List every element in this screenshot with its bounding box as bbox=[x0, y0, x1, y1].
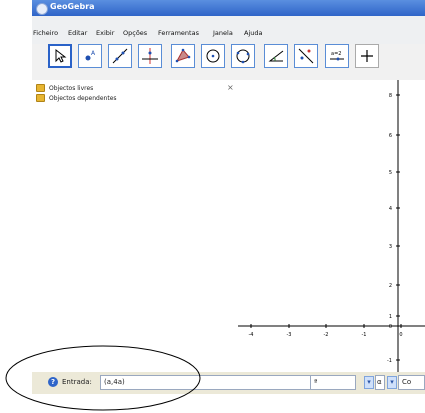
y-tick-label: 2 bbox=[389, 283, 392, 289]
perpendicular-line-tool-icon bbox=[142, 48, 158, 64]
menu-exibir[interactable]: Exibir bbox=[96, 29, 114, 37]
tree-item-dependent-objects[interactable]: Objectos dependentes bbox=[36, 93, 117, 103]
reflect-tool-button[interactable] bbox=[294, 44, 318, 68]
circle-tool-icon bbox=[206, 49, 220, 63]
move-view-tool-button[interactable] bbox=[355, 44, 379, 68]
slider-tool-label: a=2 bbox=[331, 51, 341, 57]
greek-combo-arrow-icon[interactable]: ▾ bbox=[387, 376, 397, 389]
coordinate-axes: 8 6 5 4 3 2 1 0 -1 -4 -3 -2 -1 0 bbox=[238, 80, 425, 372]
menu-editar[interactable]: Editar bbox=[68, 29, 87, 37]
move-tool-icon bbox=[55, 48, 67, 63]
line-tool-icon bbox=[112, 48, 128, 64]
y-tick-label: 4 bbox=[389, 206, 392, 212]
y-tick-label: 1 bbox=[389, 314, 392, 320]
x-tick-label: -4 bbox=[249, 332, 254, 338]
circle-tool-button[interactable] bbox=[201, 44, 225, 68]
slider-tool-icon: a=2 bbox=[330, 51, 344, 61]
toolbar: A a=2 bbox=[32, 44, 425, 80]
y-tick-label: 3 bbox=[389, 244, 392, 250]
move-view-tool-icon bbox=[361, 50, 373, 62]
close-algebra-icon[interactable]: × bbox=[227, 83, 234, 92]
folder-icon bbox=[36, 84, 45, 92]
window-title: GeoGebra bbox=[50, 2, 95, 11]
perpendicular-line-tool-button[interactable] bbox=[138, 44, 162, 68]
menu-bar: Ficheiro Editar Exibir Opções Ferramenta… bbox=[32, 16, 425, 44]
input-bar: ? Entrada: (a,4a) ª ▾ α ▾ Co bbox=[32, 372, 425, 394]
polygon-tool-icon bbox=[175, 48, 191, 63]
symbol-combo-arrow-icon[interactable]: ▾ bbox=[364, 376, 374, 389]
menu-ferramentas[interactable]: Ferramentas bbox=[158, 29, 199, 37]
polygon-tool-button[interactable] bbox=[171, 44, 195, 68]
greek-combo[interactable]: α bbox=[375, 375, 385, 390]
x-tick-label: -1 bbox=[362, 332, 367, 338]
tree-item-label: Objectos livres bbox=[49, 84, 94, 92]
reflect-tool-icon bbox=[298, 48, 314, 64]
y-tick-label: 0 bbox=[389, 324, 392, 330]
help-icon[interactable]: ? bbox=[48, 377, 58, 387]
tree-item-free-objects[interactable]: Objectos livres bbox=[36, 83, 93, 93]
title-bar: GeoGebra bbox=[32, 0, 425, 16]
y-tick-label: -1 bbox=[387, 358, 392, 364]
folder-icon bbox=[36, 94, 45, 102]
menu-janela[interactable]: Janela bbox=[213, 29, 233, 37]
x-tick-label: -2 bbox=[324, 332, 329, 338]
tree-item-label: Objectos dependentes bbox=[49, 94, 117, 102]
menu-ajuda[interactable]: Ajuda bbox=[244, 29, 262, 37]
input-label: Entrada: bbox=[62, 378, 92, 386]
point-tool-icon: A bbox=[85, 50, 96, 61]
graphics-view[interactable]: 8 6 5 4 3 2 1 0 -1 -4 -3 -2 -1 0 bbox=[238, 80, 425, 372]
x-tick-label: -3 bbox=[287, 332, 292, 338]
menu-opcoes[interactable]: Opções bbox=[123, 29, 147, 37]
symbol-combo[interactable]: ª bbox=[310, 375, 356, 390]
geogebra-app-icon bbox=[36, 3, 48, 15]
y-tick-label: 8 bbox=[389, 93, 392, 99]
command-combo[interactable]: Co bbox=[398, 375, 425, 390]
svg-text:A: A bbox=[91, 50, 96, 57]
circle-three-points-tool-icon bbox=[236, 49, 250, 64]
x-tick-label: 0 bbox=[399, 332, 402, 338]
angle-tool-button[interactable] bbox=[264, 44, 288, 68]
algebra-view: × Objectos livres Objectos dependentes bbox=[32, 80, 239, 372]
input-field[interactable]: (a,4a) bbox=[100, 375, 336, 390]
move-tool-button[interactable] bbox=[48, 44, 72, 68]
slider-tool-button[interactable]: a=2 bbox=[325, 44, 349, 68]
line-tool-button[interactable] bbox=[108, 44, 132, 68]
circle-three-points-tool-button[interactable] bbox=[231, 44, 255, 68]
menu-ficheiro[interactable]: Ficheiro bbox=[33, 29, 58, 37]
angle-tool-icon bbox=[268, 50, 284, 62]
point-tool-button[interactable]: A bbox=[78, 44, 102, 68]
y-tick-label: 6 bbox=[389, 133, 392, 139]
y-tick-label: 5 bbox=[389, 170, 392, 176]
